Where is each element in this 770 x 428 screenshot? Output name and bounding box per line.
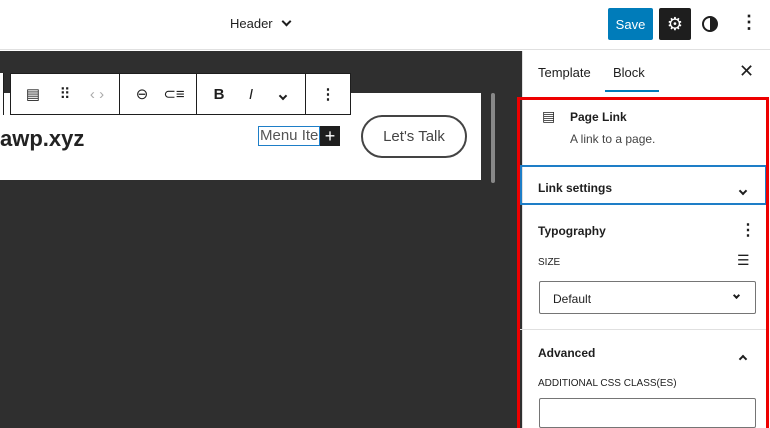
add-block-plus-icon[interactable]: + xyxy=(320,126,340,146)
close-icon[interactable]: ✕ xyxy=(739,61,754,82)
more-formats-chevron-icon[interactable] xyxy=(267,86,299,103)
save-button[interactable]: Save xyxy=(608,8,653,40)
more-options-icon[interactable]: ⋮ xyxy=(740,12,758,33)
top-bar: Header Save ⚙ ⋮ xyxy=(0,0,770,50)
chevron-down-icon xyxy=(281,16,292,27)
document-title-dropdown[interactable]: Header xyxy=(230,16,292,31)
document-title: Header xyxy=(230,16,273,31)
settings-gear-icon[interactable]: ⚙ xyxy=(659,8,691,40)
move-arrows-icon[interactable]: ‹ › xyxy=(81,86,113,103)
tab-block[interactable]: Block xyxy=(613,65,645,80)
tab-template[interactable]: Template xyxy=(538,65,591,80)
page-block-icon[interactable]: ▤ xyxy=(17,85,49,103)
bold-button[interactable]: B xyxy=(203,86,235,103)
add-submenu-icon[interactable]: ⊂≡ xyxy=(158,85,190,103)
link-icon[interactable]: ⊖ xyxy=(126,85,158,103)
canvas-scrollbar[interactable] xyxy=(491,93,495,183)
site-title[interactable]: awp.xyz xyxy=(0,126,84,152)
block-toolbar: ▤ ⠿ ‹ › ⊖ ⊂≡ B I ⋮ xyxy=(10,73,351,115)
block-options-icon[interactable]: ⋮ xyxy=(312,85,344,103)
active-tab-indicator xyxy=(605,90,659,92)
styles-contrast-icon[interactable] xyxy=(702,16,718,32)
lets-talk-button[interactable]: Let's Talk xyxy=(361,115,467,158)
toolbar-edge xyxy=(0,73,4,115)
menu-item-link[interactable]: Menu Item xyxy=(258,126,320,146)
drag-handle-icon[interactable]: ⠿ xyxy=(49,85,81,103)
italic-button[interactable]: I xyxy=(235,86,267,103)
highlight-box xyxy=(517,97,769,428)
